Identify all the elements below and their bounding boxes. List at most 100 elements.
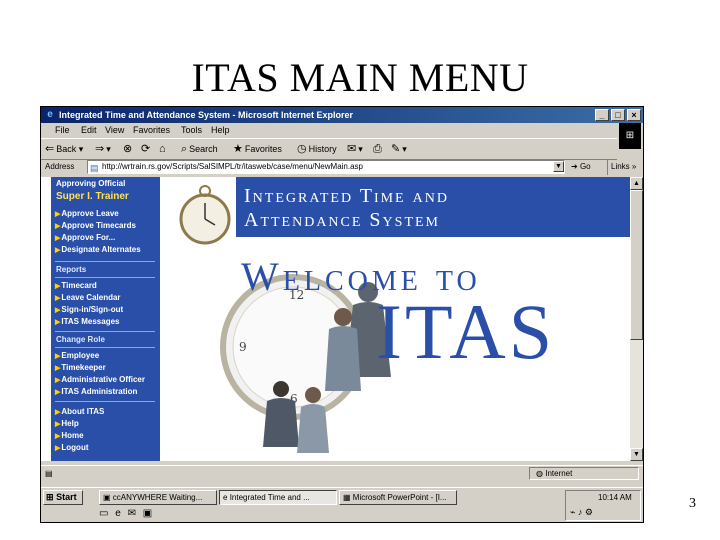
desktop-icon[interactable]: ▭ bbox=[99, 508, 108, 519]
history-button[interactable]: ◷ History bbox=[297, 139, 337, 159]
nav-timekeeper[interactable]: ▶Timekeeper bbox=[55, 363, 106, 372]
back-label: Back bbox=[56, 144, 77, 154]
mail-button[interactable]: ✉ ▾ bbox=[347, 139, 363, 159]
nav-approve-leave[interactable]: ▶Approve Leave bbox=[55, 209, 119, 218]
reports-heading: Reports bbox=[56, 265, 87, 274]
windows-taskbar: ⊞ Start ▣ ccANYWHERE Waiting... e Integr… bbox=[41, 487, 643, 522]
edit-button[interactable]: ✎ ▾ bbox=[391, 139, 407, 159]
nav-label: Approve Leave bbox=[61, 209, 119, 218]
search-icon: ⌕ bbox=[181, 143, 188, 155]
back-button[interactable]: ⇐ Back ▾ bbox=[45, 139, 83, 159]
taskbar-item-powerpoint[interactable]: ▦ Microsoft PowerPoint - [I... bbox=[339, 490, 457, 505]
arrow-icon: ▶ bbox=[55, 283, 61, 290]
nav-designate-alternates[interactable]: ▶Designate Alternates bbox=[55, 245, 141, 254]
menu-file[interactable]: File bbox=[55, 123, 70, 137]
nav-label: Logout bbox=[61, 443, 89, 452]
minimize-button[interactable]: _ bbox=[595, 109, 609, 121]
go-label: Go bbox=[579, 162, 591, 171]
go-button[interactable]: ➔ Go bbox=[571, 159, 591, 175]
refresh-icon: ⟳ bbox=[141, 143, 151, 155]
nav-label: Administrative Officer bbox=[61, 375, 145, 384]
refresh-button[interactable]: ⟳ bbox=[141, 139, 152, 159]
menu-help[interactable]: Help bbox=[211, 123, 230, 137]
search-button[interactable]: ⌕ Search bbox=[181, 139, 218, 159]
vertical-scrollbar[interactable]: ▲ ▼ bbox=[630, 177, 643, 461]
search-label: Search bbox=[189, 144, 218, 154]
divider bbox=[55, 401, 155, 402]
arrow-icon: ▶ bbox=[55, 409, 61, 416]
close-button[interactable]: × bbox=[627, 109, 641, 121]
print-button[interactable]: ⎙ bbox=[373, 139, 384, 159]
links-button[interactable]: Links » bbox=[607, 159, 636, 175]
arrow-icon: ▶ bbox=[55, 295, 61, 302]
maximize-button[interactable]: □ bbox=[611, 109, 625, 121]
nav-label: Help bbox=[61, 419, 79, 428]
start-label: Start bbox=[56, 492, 77, 502]
nav-leave-calendar[interactable]: ▶Leave Calendar bbox=[55, 293, 121, 302]
go-arrow-icon: ➔ bbox=[571, 162, 578, 171]
task-label: Integrated Time and ... bbox=[229, 493, 310, 502]
arrow-icon: ▶ bbox=[55, 211, 61, 218]
divider bbox=[55, 277, 155, 278]
nav-logout[interactable]: ▶Logout bbox=[55, 443, 89, 452]
scroll-thumb[interactable] bbox=[630, 190, 643, 340]
internet-explorer-icon: e bbox=[223, 493, 228, 502]
nav-timecard[interactable]: ▶Timecard bbox=[55, 281, 97, 290]
nav-itas-messages[interactable]: ▶ITAS Messages bbox=[55, 317, 120, 326]
nav-label: Timekeeper bbox=[61, 363, 106, 372]
nav-employee[interactable]: ▶Employee bbox=[55, 351, 99, 360]
forward-button[interactable]: ⇒ ▾ bbox=[95, 139, 111, 159]
nav-administrative-officer[interactable]: ▶Administrative Officer bbox=[55, 375, 145, 384]
powerpoint-icon: ▦ bbox=[343, 493, 351, 502]
nav-label: Home bbox=[61, 431, 84, 440]
taskbar-item-pcanywhere[interactable]: ▣ ccANYWHERE Waiting... bbox=[99, 490, 217, 505]
nav-label: Timecard bbox=[61, 281, 97, 290]
nav-approve-timecards[interactable]: ▶Approve Timecards bbox=[55, 221, 136, 230]
nav-label: Employee bbox=[61, 351, 100, 360]
address-label: Address bbox=[45, 162, 75, 171]
pocket-watch-icon bbox=[179, 185, 231, 245]
menu-edit[interactable]: Edit bbox=[81, 123, 97, 137]
system-tray: 10:14 AM ⌁ ♪ ⚙ bbox=[565, 490, 641, 521]
nav-approve-for[interactable]: ▶Approve For... bbox=[55, 233, 115, 242]
address-dropdown-icon[interactable]: ▼ bbox=[553, 161, 564, 172]
favorites-label: Favorites bbox=[244, 144, 282, 154]
links-label: Links bbox=[611, 162, 630, 171]
start-button[interactable]: ⊞ Start bbox=[43, 490, 83, 505]
arrow-icon: ▶ bbox=[55, 421, 61, 428]
role-label: Approving Official bbox=[56, 179, 126, 188]
nav-sign-in-sign-out[interactable]: ▶Sign-in/Sign-out bbox=[55, 305, 123, 314]
arrow-icon: ▶ bbox=[55, 445, 61, 452]
security-zone: ◍ Internet bbox=[529, 467, 639, 480]
change-role-heading: Change Role bbox=[56, 335, 105, 344]
nav-help[interactable]: ▶Help bbox=[55, 419, 79, 428]
outlook-icon[interactable]: ✉ bbox=[128, 508, 136, 519]
nav-label: Approve For... bbox=[61, 233, 116, 242]
user-name: Super I. Trainer bbox=[56, 191, 129, 202]
channels-icon[interactable]: ▣ bbox=[143, 508, 152, 519]
favorites-icon: ★ bbox=[233, 143, 243, 155]
favorites-button[interactable]: ★ Favorites bbox=[233, 139, 282, 159]
scroll-up-icon[interactable]: ▲ bbox=[630, 177, 643, 190]
nav-about-itas[interactable]: ▶About ITAS bbox=[55, 407, 104, 416]
stop-button[interactable]: ⊗ bbox=[123, 139, 134, 159]
scroll-down-icon[interactable]: ▼ bbox=[630, 448, 643, 461]
nav-label: Approve Timecards bbox=[61, 221, 136, 230]
home-button[interactable]: ⌂ bbox=[159, 139, 168, 159]
internet-explorer-icon[interactable]: e bbox=[115, 508, 121, 519]
arrow-icon: ▶ bbox=[55, 319, 61, 326]
nav-home[interactable]: ▶Home bbox=[55, 431, 84, 440]
print-icon: ⎙ bbox=[373, 143, 382, 155]
window-title: Integrated Time and Attendance System - … bbox=[59, 110, 354, 120]
divider bbox=[55, 347, 155, 348]
task-label: Microsoft PowerPoint - [I... bbox=[352, 493, 447, 502]
menu-view[interactable]: View bbox=[105, 123, 124, 137]
arrow-icon: ▶ bbox=[55, 389, 61, 396]
nav-itas-administration[interactable]: ▶ITAS Administration bbox=[55, 387, 137, 396]
itas-sidebar: Approving Official Super I. Trainer ▶App… bbox=[51, 177, 160, 461]
menu-favorites[interactable]: Favorites bbox=[133, 123, 170, 137]
menu-tools[interactable]: Tools bbox=[181, 123, 202, 137]
taskbar-item-itas[interactable]: e Integrated Time and ... bbox=[219, 490, 337, 505]
address-input[interactable]: ▤ http://wrtrain.rs.gov/Scripts/SalSIMPL… bbox=[87, 160, 565, 174]
window-controls: _ □ × bbox=[595, 109, 641, 121]
